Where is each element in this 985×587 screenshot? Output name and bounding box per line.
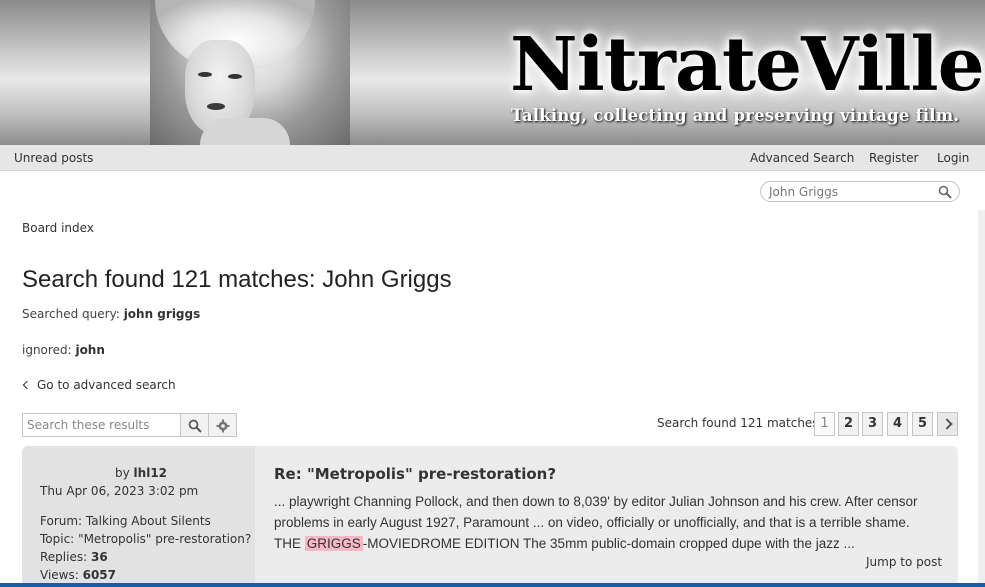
- page-3-button[interactable]: 3: [862, 412, 883, 436]
- searched-query-line: Searched query: john griggs: [22, 307, 200, 321]
- excerpt-line: problems in early August 1927, Paramount…: [274, 515, 910, 530]
- replies-label: Replies:: [40, 550, 88, 564]
- advanced-search-back-link[interactable]: Go to advanced search: [22, 378, 176, 392]
- main-panel: Board index Search found 121 matches: Jo…: [0, 210, 978, 587]
- results-search-button[interactable]: [180, 413, 209, 437]
- page-5-button[interactable]: 5: [912, 412, 933, 436]
- result-excerpt: ... playwright Channing Pollock, and the…: [274, 491, 950, 554]
- topic-label: Topic:: [40, 532, 75, 546]
- window-bottom-edge: [0, 583, 985, 587]
- result-replies-line: Replies: 36: [40, 550, 108, 564]
- result-forum-link[interactable]: Talking About Silents: [86, 514, 211, 528]
- site-banner[interactable]: NitrateVille Talking, collecting and pre…: [0, 0, 985, 145]
- unread-posts-link[interactable]: Unread posts: [14, 151, 93, 165]
- portrait-eye: [228, 74, 242, 79]
- result-date: Thu Apr 06, 2023 3:02 pm: [40, 484, 199, 498]
- search-result: by lhl12 Thu Apr 06, 2023 3:02 pm Forum:…: [22, 446, 958, 587]
- result-forum-line: Forum: Talking About Silents: [40, 514, 211, 528]
- result-views-line: Views: 6057: [40, 568, 116, 582]
- result-replies-count: 36: [90, 550, 108, 564]
- advanced-search-back-label: Go to advanced search: [37, 378, 176, 392]
- nav-bar: Unread posts Advanced Search Register Lo…: [0, 145, 985, 171]
- register-link[interactable]: Register: [869, 151, 918, 165]
- portrait-hand: [200, 118, 290, 145]
- results-search-settings-button[interactable]: [208, 413, 237, 437]
- advanced-search-link[interactable]: Advanced Search: [750, 151, 854, 165]
- excerpt-text: THE: [274, 536, 301, 551]
- search-icon[interactable]: [938, 185, 952, 199]
- result-author-line: by lhl12: [115, 466, 167, 480]
- result-topic-line: Topic: "Metropolis" pre-restoration?: [40, 532, 251, 546]
- portrait-eye: [198, 72, 212, 77]
- ignored-value: john: [75, 343, 105, 357]
- ignored-line: ignored: john: [22, 343, 105, 357]
- ignored-label: ignored:: [22, 343, 72, 357]
- page-title: Search found 121 matches: John Griggs: [22, 266, 452, 293]
- page-2-button[interactable]: 2: [838, 412, 859, 436]
- result-topic-link[interactable]: "Metropolis" pre-restoration?: [78, 532, 251, 546]
- page-gutter: [978, 210, 985, 587]
- login-link[interactable]: Login: [937, 151, 969, 165]
- excerpt-line: THE GRIGGS -MOVIEDROME EDITION The 35mm p…: [274, 533, 950, 554]
- gear-icon: [216, 419, 230, 433]
- results-search-placeholder: Search these results: [27, 418, 150, 432]
- header-search-input[interactable]: John Griggs: [760, 181, 960, 202]
- chevron-left-icon: [22, 380, 32, 390]
- page-4-button[interactable]: 4: [887, 412, 908, 436]
- result-views-count: 6057: [82, 568, 117, 582]
- search-icon: [188, 419, 202, 433]
- chevron-right-icon: [941, 418, 953, 430]
- header-search-strip: John Griggs: [0, 171, 985, 210]
- page-1-button[interactable]: 1: [814, 412, 835, 436]
- excerpt-line: ... playwright Channing Pollock, and the…: [274, 494, 918, 509]
- result-meta-column: by lhl12 Thu Apr 06, 2023 3:02 pm Forum:…: [22, 446, 255, 587]
- searched-query-label: Searched query:: [22, 307, 120, 321]
- result-post-title[interactable]: Re: "Metropolis" pre-restoration?: [274, 465, 556, 483]
- excerpt-text: -MOVIEDROME EDITION The 35mm public-doma…: [362, 536, 855, 551]
- by-label: by: [115, 466, 130, 480]
- forum-label: Forum:: [40, 514, 83, 528]
- result-author-link[interactable]: lhl12: [134, 466, 167, 480]
- jump-to-post-link[interactable]: Jump to post: [866, 555, 942, 569]
- site-logo-text[interactable]: NitrateVille: [510, 28, 985, 102]
- next-page-button[interactable]: [937, 412, 958, 436]
- site-tagline: Talking, collecting and preserving vinta…: [511, 106, 960, 125]
- found-count: Search found 121 matches: [657, 416, 819, 430]
- portrait-lips: [207, 103, 225, 110]
- results-search-input[interactable]: Search these results: [22, 413, 181, 437]
- breadcrumb[interactable]: Board index: [22, 221, 94, 235]
- views-label: Views:: [40, 568, 79, 582]
- search-highlight: GRIGGS: [304, 536, 363, 551]
- searched-query-value: john griggs: [123, 307, 201, 321]
